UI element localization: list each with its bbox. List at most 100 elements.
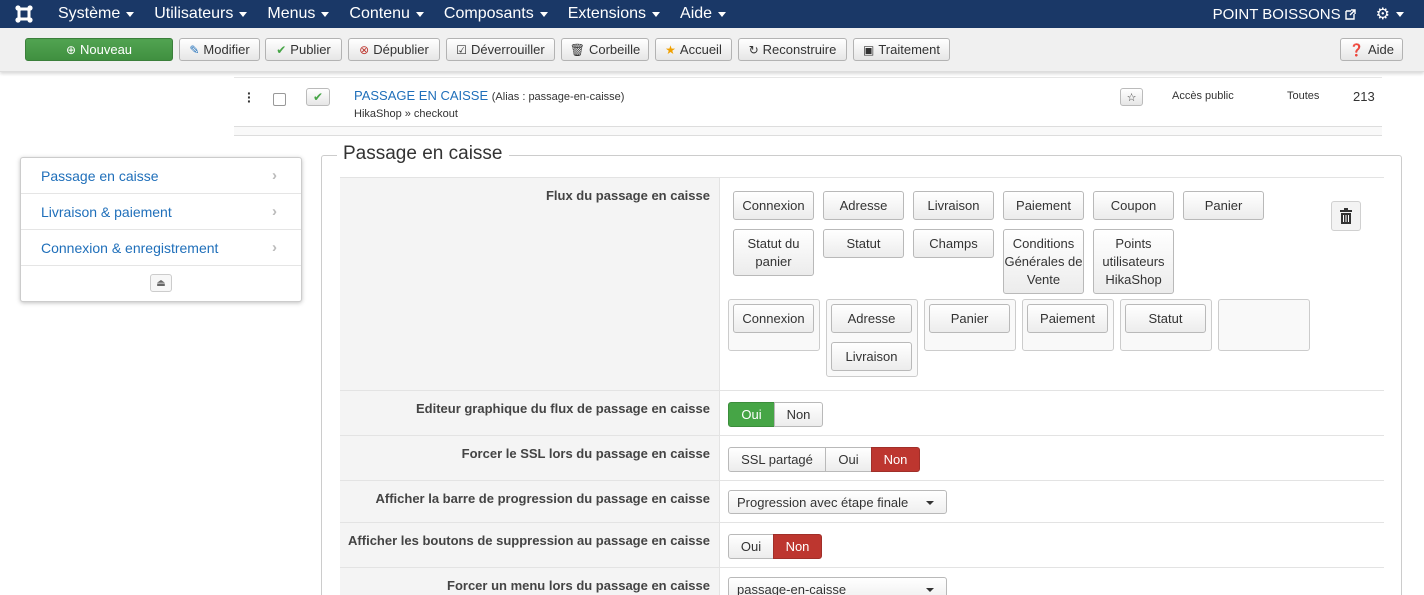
flow-available-adresse[interactable]: Adresse (823, 191, 904, 220)
side-item-livraison-paiement[interactable]: Livraison & paiement › (21, 194, 301, 230)
refresh-icon: ↻ (748, 42, 759, 57)
language: Toutes (1287, 90, 1320, 102)
eject-icon: ⏏ (156, 277, 166, 289)
trash-icon (1340, 208, 1352, 224)
check-icon: ✔ (312, 90, 324, 104)
dropdown-caret-icon (926, 501, 934, 505)
flow-step-connexion[interactable]: Connexion (733, 304, 814, 333)
side-item-connexion-enregistrement[interactable]: Connexion & enregistrement › (21, 230, 301, 266)
editor-oui-option[interactable]: Oui (728, 402, 775, 427)
default-home-toggle[interactable]: ☆ (1120, 88, 1143, 106)
top-navbar: Système Utilisateurs Menus Contenu Compo… (0, 0, 1424, 28)
progress-select[interactable]: Progression avec étape finale (728, 490, 947, 514)
flow-available-statut[interactable]: Statut (823, 229, 904, 258)
flow-step-statut[interactable]: Statut (1125, 304, 1206, 333)
access-level: Accès public (1172, 90, 1234, 102)
flow-step-new[interactable] (1218, 299, 1310, 351)
new-button[interactable]: ⊕ Nouveau (25, 38, 173, 61)
question-icon: ❓ (1349, 42, 1364, 57)
flow-available-points[interactable]: Points utilisateurs HikaShop (1093, 229, 1174, 294)
side-menu: Passage en caisse › Livraison & paiement ›… (20, 157, 302, 302)
flow-step-livraison[interactable]: Livraison (831, 342, 912, 371)
ssl-shared-option[interactable]: SSL partagé (728, 447, 826, 472)
setting-row-delete-buttons: Afficher les boutons de suppression au p… (340, 522, 1384, 567)
user-settings-menu[interactable]: ⚙ (1368, 4, 1424, 24)
flow-available-cgv[interactable]: Conditions Générales de Vente (1003, 229, 1084, 294)
flow-available-statut-panier[interactable]: Statut du panier (733, 229, 814, 276)
item-alias: (Alias : passage-en-caisse) (491, 91, 625, 103)
flow-step-adresse[interactable]: Adresse (831, 304, 912, 333)
scroll-top-button[interactable]: ⏏ (150, 274, 172, 292)
checkin-button[interactable]: ☑ Déverrouiller (446, 38, 555, 61)
delete-oui-option[interactable]: Oui (728, 534, 774, 559)
delete-non-option[interactable]: Non (773, 534, 822, 559)
setting-row-flow: Flux du passage en caisse Connexion Adre… (340, 177, 1384, 390)
home-button[interactable]: ★ Accueil (655, 38, 732, 61)
flow-available-champs[interactable]: Champs (913, 229, 994, 258)
rebuild-button[interactable]: ↻ Reconstruire (738, 38, 847, 61)
flow-trash-dropzone[interactable] (1331, 201, 1361, 231)
gear-icon: ⚙ (1375, 6, 1390, 23)
publish-button[interactable]: ✔ Publier (265, 38, 342, 61)
table-row-partial (234, 127, 1382, 136)
ssl-oui-option[interactable]: Oui (825, 447, 872, 472)
flow-available-panier[interactable]: Panier (1183, 191, 1264, 220)
flow-step-panier[interactable]: Panier (929, 304, 1010, 333)
section-legend: Passage en caisse (337, 143, 509, 165)
batch-button[interactable]: ▣ Traitement (853, 38, 950, 61)
setting-label: Forcer un menu lors du passage en caisse (340, 568, 719, 595)
flow-available-livraison[interactable]: Livraison (913, 191, 994, 220)
menu-extensions[interactable]: Extensions (558, 0, 670, 28)
menu-menus[interactable]: Menus (257, 0, 339, 28)
checkbox-icon: ☑ (456, 42, 468, 57)
force-menu-select[interactable]: passage-en-caisse (728, 577, 947, 595)
chevron-right-icon: › (272, 167, 277, 184)
batch-icon: ▣ (863, 42, 875, 57)
ssl-toggle: SSL partagé Oui Non (728, 447, 920, 472)
edit-icon: ✎ (189, 42, 200, 57)
menu-contenu[interactable]: Contenu (339, 0, 434, 28)
item-subtitle: HikaShop » checkout (354, 108, 458, 120)
setting-row-editor: Editeur graphique du flux de passage en … (340, 390, 1384, 435)
menu-systeme[interactable]: Système (48, 0, 144, 28)
menu-aide[interactable]: Aide (670, 0, 736, 28)
trash-icon: 🗑 (569, 42, 585, 57)
plus-circle-icon: ⊕ (65, 42, 76, 57)
table-row: · · · ✔ PASSAGE EN CAISSE (Alias : passage… (234, 79, 1382, 127)
chevron-right-icon: › (272, 239, 277, 256)
dropdown-caret-icon (926, 588, 934, 592)
site-name-link[interactable]: POINT BOISSONS (1201, 6, 1368, 23)
chevron-right-icon: › (272, 203, 277, 220)
unpublish-button[interactable]: ⊗ Dépublier (348, 38, 440, 61)
trash-button[interactable]: 🗑 Corbeille (561, 38, 649, 61)
check-icon: ✔ (276, 42, 287, 57)
star-icon: ★ (665, 42, 676, 57)
drag-handle-icon[interactable]: · · · (247, 86, 252, 108)
item-id: 213 (1353, 89, 1375, 104)
menu-composants[interactable]: Composants (434, 0, 558, 28)
help-button[interactable]: ❓ Aide (1340, 38, 1403, 61)
setting-label: Afficher la barre de progression du pass… (340, 481, 719, 522)
setting-row-force-menu: Forcer un menu lors du passage en caisse… (340, 567, 1384, 595)
flow-available-coupon[interactable]: Coupon (1093, 191, 1174, 220)
flow-step-paiement[interactable]: Paiement (1027, 304, 1108, 333)
edit-button[interactable]: ✎ Modifier (179, 38, 260, 61)
flow-available-connexion[interactable]: Connexion (733, 191, 814, 220)
setting-row-ssl: Forcer le SSL lors du passage en caisse … (340, 435, 1384, 480)
ssl-non-option[interactable]: Non (871, 447, 920, 472)
side-item-passage-en-caisse[interactable]: Passage en caisse › (21, 158, 301, 194)
item-title-link[interactable]: PASSAGE EN CAISSE (354, 88, 488, 103)
star-outline-icon: ☆ (1126, 91, 1137, 104)
setting-row-progress: Afficher la barre de progression du pass… (340, 480, 1384, 522)
setting-label: Forcer le SSL lors du passage en caisse (340, 436, 719, 480)
flow-available-paiement[interactable]: Paiement (1003, 191, 1084, 220)
row-checkbox[interactable] (273, 93, 286, 106)
toolbar: ⊕ Nouveau ✎ Modifier ✔ Publier ⊗ Dépublier ☑… (0, 28, 1424, 72)
menu-utilisateurs[interactable]: Utilisateurs (144, 0, 257, 28)
setting-label: Editeur graphique du flux de passage en … (340, 391, 719, 435)
published-toggle[interactable]: ✔ (306, 88, 330, 106)
joomla-logo-icon[interactable] (0, 0, 48, 28)
editor-toggle: Oui Non (728, 402, 823, 427)
delete-buttons-toggle: Oui Non (728, 534, 822, 559)
editor-non-option[interactable]: Non (774, 402, 823, 427)
